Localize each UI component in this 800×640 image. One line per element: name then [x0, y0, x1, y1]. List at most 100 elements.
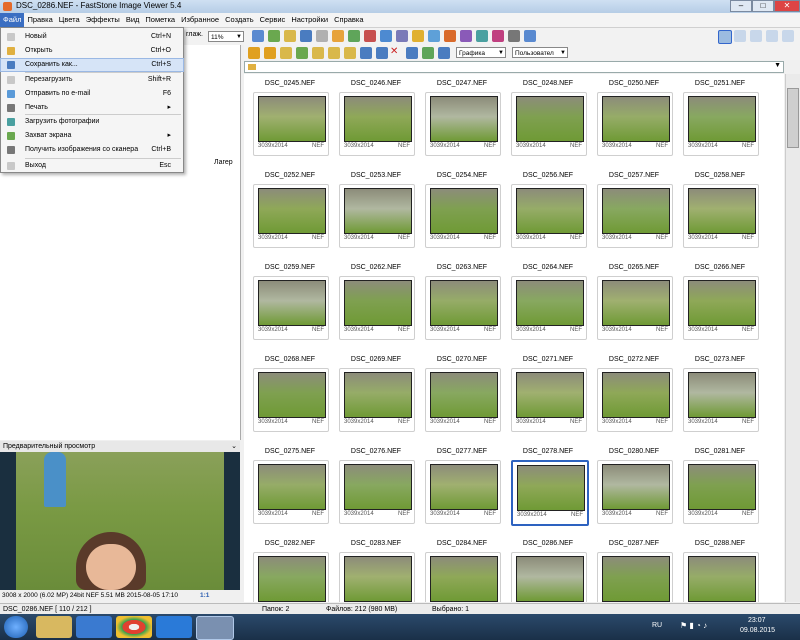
menu-item-capture[interactable]: Захват экрана ▸ — [1, 130, 183, 142]
resize-icon[interactable] — [380, 30, 392, 42]
effects-icon[interactable] — [460, 30, 472, 42]
scroll-thumb[interactable] — [787, 88, 799, 148]
thumbnail[interactable]: DSC_0280.NEF 3039x2014 NEF — [594, 448, 674, 530]
thumbnail[interactable]: DSC_0251.NEF 3039x2014 NEF — [680, 80, 760, 162]
favorites-icon[interactable] — [360, 47, 372, 59]
layout-5-icon[interactable] — [782, 30, 794, 42]
clock-date[interactable]: 09.08.2015 — [740, 627, 775, 634]
thumbnail[interactable]: DSC_0272.NEF 3039x2014 NEF — [594, 356, 674, 438]
menu-tools[interactable]: Сервис — [257, 13, 289, 27]
chevron-down-icon[interactable]: ▼ — [774, 62, 781, 69]
sun-icon[interactable] — [412, 30, 424, 42]
thumbnail[interactable]: DSC_0269.NEF 3039x2014 NEF — [336, 356, 416, 438]
email-icon[interactable] — [428, 30, 440, 42]
menu-item-reload[interactable]: Перезагрузить Shift+R — [1, 74, 183, 86]
redeye-icon[interactable] — [444, 30, 456, 42]
thumbnail[interactable]: DSC_0256.NEF 3039x2014 NEF — [508, 172, 588, 254]
rotate-icon[interactable] — [300, 30, 312, 42]
details-icon[interactable] — [438, 47, 450, 59]
thumbnail[interactable]: DSC_0268.NEF 3039x2014 NEF — [250, 356, 330, 438]
close-button[interactable]: ✕ — [774, 0, 800, 12]
menu-item-save-as[interactable]: Сохранить как... Ctrl+S — [0, 58, 184, 72]
thumbnail-size-icon[interactable] — [422, 47, 434, 59]
layout-3-icon[interactable] — [750, 30, 762, 42]
menu-settings[interactable]: Настройки — [288, 13, 331, 27]
thumbnail[interactable]: DSC_0265.NEF 3039x2014 NEF — [594, 264, 674, 346]
media-taskbar-icon[interactable] — [76, 616, 112, 638]
menu-colors[interactable]: Цвета — [56, 13, 83, 27]
thumbnail[interactable]: DSC_0262.NEF 3039x2014 NEF — [336, 264, 416, 346]
actual-size-button[interactable]: 1:1 — [200, 591, 209, 601]
thumbnail[interactable]: DSC_0277.NEF 3039x2014 NEF — [422, 448, 502, 530]
tree-item-label[interactable]: Лагер — [214, 159, 233, 166]
thumbnail[interactable]: DSC_0283.NEF 3039x2014NEF — [336, 540, 416, 602]
wallpaper-icon[interactable] — [476, 30, 488, 42]
thumbnail[interactable]: DSC_0258.NEF 3039x2014 NEF — [680, 172, 760, 254]
layout-4-icon[interactable] — [766, 30, 778, 42]
ie-taskbar-icon[interactable] — [156, 616, 192, 638]
thumbnail[interactable]: DSC_0263.NEF 3039x2014 NEF — [422, 264, 502, 346]
thumbnail[interactable]: DSC_0273.NEF 3039x2014 NEF — [680, 356, 760, 438]
fit-icon[interactable] — [252, 30, 264, 42]
monitor-icon[interactable] — [524, 30, 536, 42]
sort-combo[interactable]: Пользовател ▼ — [512, 47, 568, 58]
thumbnail[interactable]: DSC_0247.NEF 3039x2014 NEF — [422, 80, 502, 162]
collapse-icon[interactable]: ⌄ — [231, 441, 237, 452]
menu-item-print[interactable]: Печать ▸ — [1, 102, 183, 114]
start-button[interactable] — [4, 616, 28, 638]
menu-file[interactable]: Файл — [0, 13, 25, 27]
menu-item-new[interactable]: Новый Ctrl+N — [1, 31, 183, 43]
tray-icons[interactable]: ⚑ ▮ ◔ ♪ — [680, 621, 720, 633]
menu-favorites[interactable]: Избранное — [178, 13, 222, 27]
clock-time[interactable]: 23:07 — [748, 617, 766, 624]
color-icon[interactable] — [364, 30, 376, 42]
path-input[interactable]: ▼ — [244, 61, 784, 73]
thumbnail[interactable]: DSC_0252.NEF 3039x2014 NEF — [250, 172, 330, 254]
thumbnail[interactable]: DSC_0246.NEF 3039x2014 NEF — [336, 80, 416, 162]
chrome-taskbar-icon[interactable] — [116, 616, 152, 638]
thumbnail[interactable]: DSC_0284.NEF 3039x2014NEF — [422, 540, 502, 602]
thumbnail[interactable]: DSC_0254.NEF 3039x2014 NEF — [422, 172, 502, 254]
back-icon[interactable] — [248, 47, 260, 59]
thumbnail-scrollbar[interactable] — [785, 74, 800, 602]
thumbnail[interactable]: DSC_0288.NEF 3039x2014NEF — [680, 540, 760, 602]
minimize-button[interactable]: – — [730, 0, 752, 12]
menu-item-open[interactable]: Открыть Ctrl+O — [1, 45, 183, 57]
edit-icon[interactable] — [348, 30, 360, 42]
menu-item-email[interactable]: Отправить по e-mail F6 — [1, 88, 183, 100]
select-all-icon[interactable] — [406, 47, 418, 59]
faststone-taskbar-icon[interactable] — [196, 616, 234, 640]
menu-item-download[interactable]: Загрузить фотографии — [1, 116, 183, 128]
thumbnail[interactable]: DSC_0245.NEF 3039x2014 NEF — [250, 80, 330, 162]
print-icon[interactable] — [492, 30, 504, 42]
thumbnail[interactable]: DSC_0287.NEF 3039x2014NEF — [594, 540, 674, 602]
menu-item-exit[interactable]: Выход Esc — [1, 160, 183, 172]
thumbnail[interactable]: DSC_0270.NEF 3039x2014 NEF — [422, 356, 502, 438]
forward-icon[interactable] — [264, 47, 276, 59]
explorer-taskbar-icon[interactable] — [36, 616, 72, 638]
thumbnail[interactable]: DSC_0276.NEF 3039x2014 NEF — [336, 448, 416, 530]
menu-edit[interactable]: Правка — [24, 13, 55, 27]
slideshow-icon[interactable] — [284, 30, 296, 42]
settings-icon[interactable] — [332, 30, 344, 42]
zoom-combo[interactable]: 11% ▼ — [208, 31, 244, 42]
delete-icon[interactable]: ✕ — [390, 46, 398, 57]
thumbnail[interactable]: DSC_0264.NEF 3039x2014 NEF — [508, 264, 588, 346]
preview-panel[interactable] — [0, 452, 240, 590]
thumbnail[interactable]: DSC_0282.NEF 3039x2014NEF — [250, 540, 330, 602]
thumbnail[interactable]: DSC_0275.NEF 3039x2014 NEF — [250, 448, 330, 530]
thumbnail[interactable]: DSC_0248.NEF 3039x2014 NEF — [508, 80, 588, 162]
thumbnail[interactable]: DSC_0257.NEF 3039x2014 NEF — [594, 172, 674, 254]
menu-help[interactable]: Справка — [331, 13, 366, 27]
language-indicator[interactable]: RU — [652, 622, 662, 629]
thumbnail[interactable]: DSC_0253.NEF 3039x2014 NEF — [336, 172, 416, 254]
thumbnail[interactable]: DSC_0266.NEF 3039x2014 NEF — [680, 264, 760, 346]
new-folder-icon[interactable] — [312, 47, 324, 59]
menu-effects[interactable]: Эффекты — [83, 13, 123, 27]
maximize-button[interactable]: □ — [752, 0, 774, 12]
zoom-icon[interactable] — [268, 30, 280, 42]
thumbnail-grid[interactable]: DSC_0245.NEF 3039x2014 NEF DSC_0246.NEF 3039… — [244, 74, 784, 602]
refresh-icon[interactable] — [296, 47, 308, 59]
compare-icon[interactable] — [316, 30, 328, 42]
menu-item-scanner[interactable]: Получить изображения со сканера Ctrl+B — [1, 144, 183, 156]
